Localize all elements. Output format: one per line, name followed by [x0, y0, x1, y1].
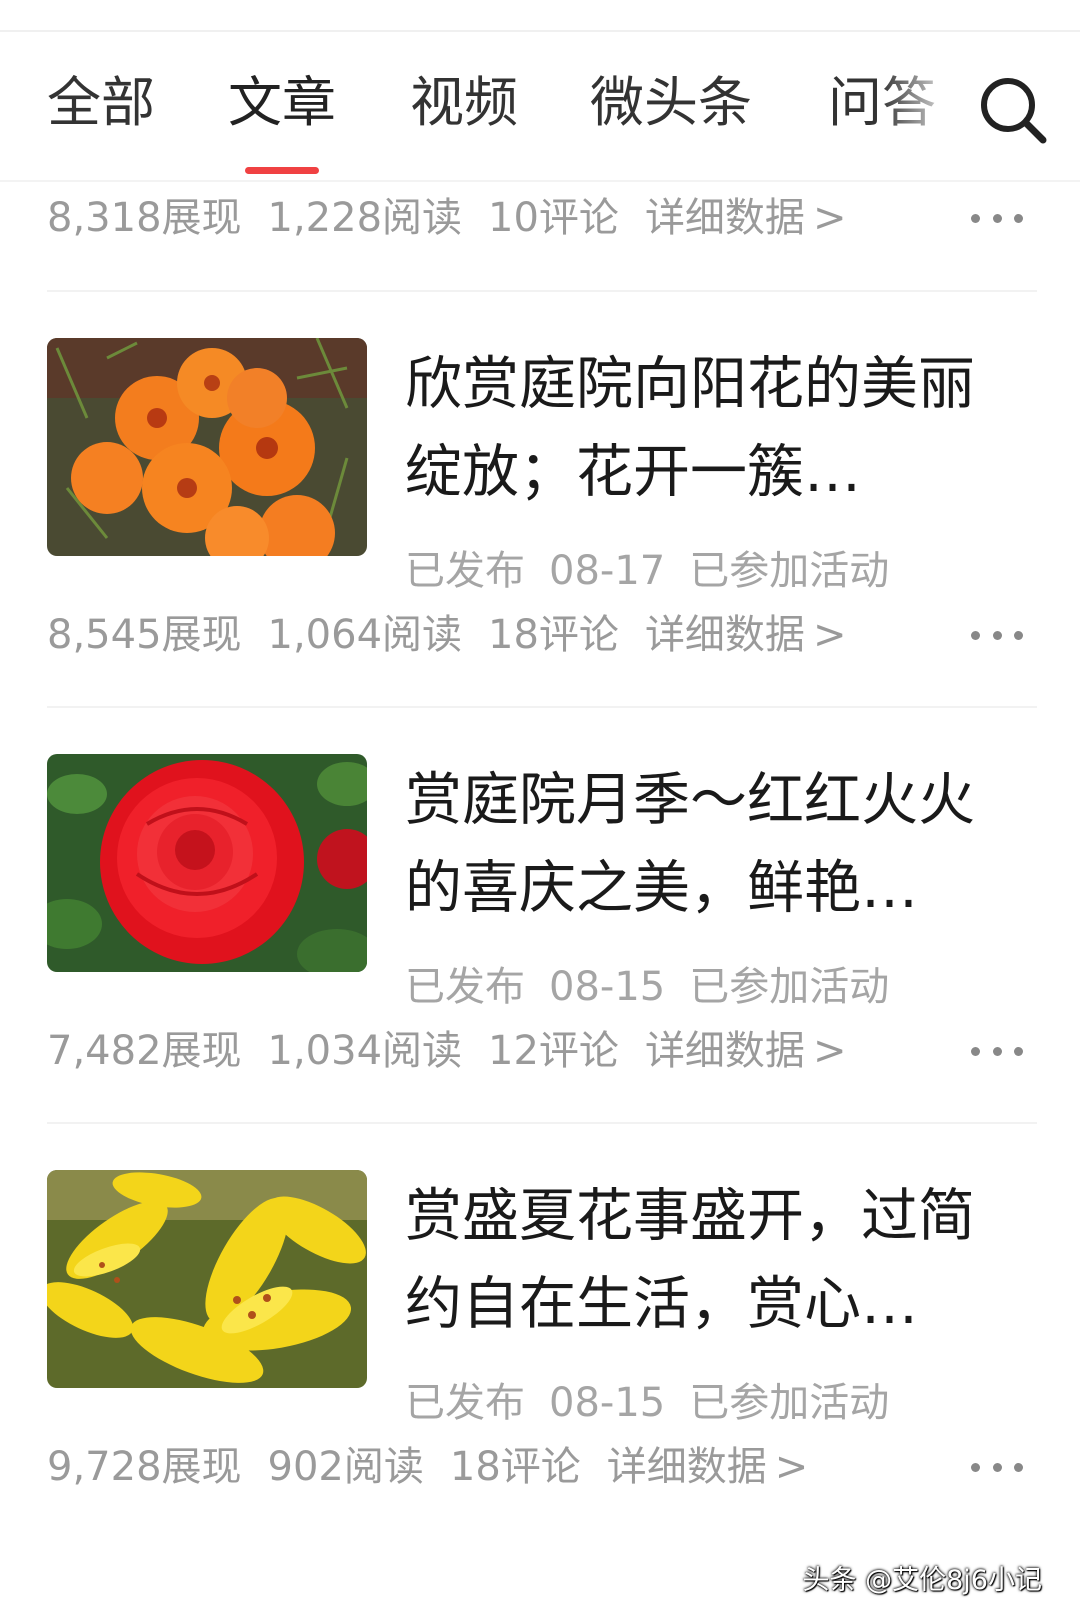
comments-count: 10评论	[488, 195, 619, 241]
publish-date: 08-15	[549, 1380, 666, 1426]
tab-bar: 全部 文章 视频 微头条 问答	[0, 32, 1080, 182]
impressions-count: 8,545展现	[47, 612, 242, 658]
active-tab-indicator	[245, 167, 319, 174]
more-dot-icon	[1014, 213, 1023, 223]
tab-videos[interactable]: 视频	[410, 76, 518, 130]
article-stats-row: 7,482展现 1,034阅读 12评论 详细数据 >	[47, 1021, 1037, 1081]
reads-count: 1,064阅读	[267, 612, 463, 658]
more-dot-icon	[992, 1046, 1002, 1056]
impressions-count: 8,318展现	[47, 195, 242, 241]
chevron-right-icon: >	[812, 612, 847, 658]
article-thumbnail-red-rose	[47, 754, 367, 972]
article-meta: 已发布 08-17 已参加活动	[405, 538, 913, 596]
comments-count: 18评论	[449, 1444, 581, 1490]
detail-data-label: 详细数据	[644, 1028, 805, 1074]
detail-data-link[interactable]: 详细数据 >	[607, 1444, 809, 1490]
reads-count: 902阅读	[267, 1444, 424, 1490]
tab-overflow-fade	[880, 32, 980, 182]
more-options-button[interactable]	[967, 188, 1027, 248]
tab-micro-headlines[interactable]: 微头条	[590, 76, 752, 130]
activity-status: 已参加活动	[689, 548, 890, 594]
article-title[interactable]: 欣赏庭院向阳花的美丽绽放；花开一簇…	[405, 340, 1025, 516]
more-options-button[interactable]	[967, 1021, 1027, 1081]
detail-data-link[interactable]: 详细数据 >	[645, 612, 847, 658]
detail-data-label: 详细数据	[644, 195, 805, 241]
article-stats-row: 8,545展现 1,064阅读 18评论 详细数据 >	[47, 605, 1037, 665]
impressions-count: 7,482展现	[47, 1028, 242, 1074]
detail-data-label: 详细数据	[644, 612, 805, 658]
more-dot-icon	[1014, 1462, 1023, 1472]
search-button[interactable]	[975, 70, 1055, 150]
article-title[interactable]: 赏庭院月季～红红火火的喜庆之美，鲜艳…	[405, 756, 1025, 932]
article-thumbnail-orange-flowers	[47, 338, 367, 556]
reads-count: 1,228阅读	[267, 195, 463, 241]
activity-status: 已参加活动	[689, 1380, 890, 1426]
chevron-right-icon: >	[812, 1028, 847, 1074]
article-item[interactable]: 赏庭院月季～红红火火的喜庆之美，鲜艳… 已发布 08-15 已参加活动	[0, 754, 1080, 1010]
article-meta: 已发布 08-15 已参加活动	[405, 954, 913, 1012]
list-divider	[47, 706, 1037, 708]
tab-bar-divider	[0, 180, 1080, 182]
list-divider	[47, 1122, 1037, 1124]
article-stats-row: 8,318展现 1,228阅读 10评论 详细数据 >	[47, 188, 1037, 248]
more-dot-icon	[971, 1046, 980, 1056]
more-dot-icon	[992, 213, 1002, 223]
article-meta: 已发布 08-15 已参加活动	[405, 1370, 913, 1428]
article-item[interactable]: 欣赏庭院向阳花的美丽绽放；花开一簇… 已发布 08-17 已参加活动	[0, 338, 1080, 594]
tab-articles[interactable]: 文章	[228, 76, 336, 130]
watermark: 头条 @艾伦8j6小记	[802, 1565, 1042, 1596]
more-dot-icon	[971, 1462, 980, 1472]
more-dot-icon	[1014, 1046, 1023, 1056]
reads-count: 1,034阅读	[267, 1028, 463, 1074]
article-title[interactable]: 赏盛夏花事盛开，过简约自在生活，赏心…	[405, 1172, 1025, 1348]
publish-date: 08-15	[549, 964, 666, 1010]
comments-count: 18评论	[488, 612, 619, 658]
publish-status: 已发布	[405, 964, 525, 1010]
more-dot-icon	[971, 630, 980, 640]
article-thumbnail-yellow-lilies	[47, 1170, 367, 1388]
publish-date: 08-17	[549, 548, 666, 594]
detail-data-link[interactable]: 详细数据 >	[645, 1028, 847, 1074]
tab-all[interactable]: 全部	[47, 76, 155, 130]
more-dot-icon	[992, 630, 1002, 640]
article-stats-row: 9,728展现 902阅读 18评论 详细数据 >	[47, 1437, 1037, 1497]
more-dot-icon	[1014, 630, 1023, 640]
publish-status: 已发布	[405, 548, 525, 594]
detail-data-label: 详细数据	[606, 1444, 767, 1490]
more-dot-icon	[971, 213, 980, 223]
chevron-right-icon: >	[774, 1444, 809, 1490]
comments-count: 12评论	[488, 1028, 619, 1074]
more-dot-icon	[992, 1462, 1002, 1472]
list-divider	[47, 290, 1037, 292]
activity-status: 已参加活动	[689, 964, 890, 1010]
detail-data-link[interactable]: 详细数据 >	[645, 195, 847, 241]
chevron-right-icon: >	[812, 195, 847, 241]
more-options-button[interactable]	[967, 605, 1027, 665]
publish-status: 已发布	[405, 1380, 525, 1426]
article-item[interactable]: 赏盛夏花事盛开，过简约自在生活，赏心… 已发布 08-15 已参加活动	[0, 1170, 1080, 1426]
impressions-count: 9,728展现	[47, 1444, 242, 1490]
more-options-button[interactable]	[967, 1437, 1027, 1497]
search-icon	[981, 78, 1047, 144]
